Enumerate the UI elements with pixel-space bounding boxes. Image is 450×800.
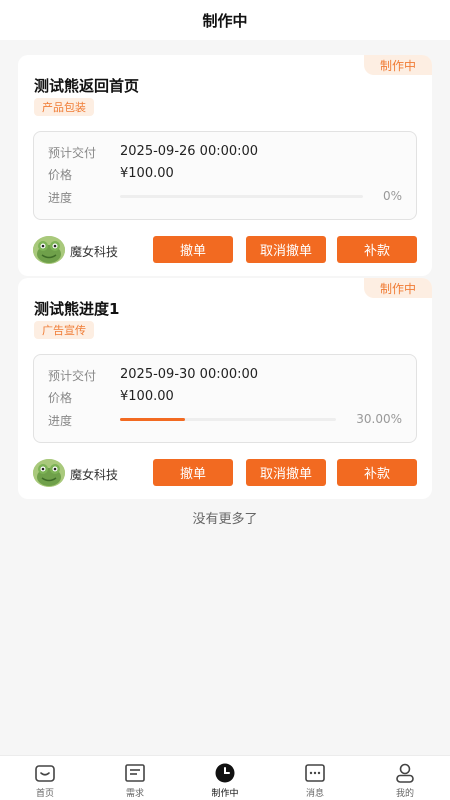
delivery-label: 预计交付 xyxy=(48,146,97,160)
cancel-withdraw-button[interactable]: 取消撤单 xyxy=(246,459,326,486)
company-name: 魔女科技 xyxy=(70,468,119,482)
tab-mine-label: 我的 xyxy=(395,789,414,799)
progress-text: 0% xyxy=(382,189,402,203)
no-more-text: 没有更多了 xyxy=(192,512,258,527)
avatar xyxy=(33,236,65,264)
progress-label: 进度 xyxy=(48,191,73,205)
tab-messages[interactable]: 消息 xyxy=(270,756,360,800)
chat-icon xyxy=(305,764,325,782)
cancel-withdraw-button[interactable]: 取消撤单 xyxy=(246,236,326,263)
tab-home[interactable]: 首页 xyxy=(0,756,90,800)
delivery-value: 2025-09-30 00:00:00 xyxy=(120,367,259,382)
progress-fill xyxy=(120,418,185,421)
company-name: 魔女科技 xyxy=(70,245,119,259)
home-icon xyxy=(35,765,55,782)
frog-avatar-icon xyxy=(33,236,65,264)
delivery-label: 预计交付 xyxy=(48,369,97,383)
tab-in-production[interactable]: 制作中 xyxy=(180,756,270,800)
order-info-box: 预计交付 2025-09-30 00:00:00 价格 ¥100.00 进度 3… xyxy=(33,354,417,443)
order-title: 测试熊进度1 xyxy=(34,300,120,318)
tab-home-label: 首页 xyxy=(35,789,54,799)
order-info-box: 预计交付 2025-09-26 00:00:00 价格 ¥100.00 进度 0… xyxy=(33,131,417,220)
supplement-payment-button[interactable]: 补款 xyxy=(337,459,417,486)
progress-bar xyxy=(120,195,363,198)
price-label: 价格 xyxy=(48,168,73,182)
price-value: ¥100.00 xyxy=(120,166,174,181)
progress-bar xyxy=(120,418,336,421)
price-label: 价格 xyxy=(48,391,73,405)
withdraw-button[interactable]: 撤单 xyxy=(153,459,233,486)
order-card[interactable]: 制作中 测试熊返回首页 产品包装 预计交付 2025-09-26 00:00:0… xyxy=(18,55,432,276)
document-icon xyxy=(125,764,145,782)
category-tag: 产品包装 xyxy=(34,98,94,116)
page-header: 制作中 xyxy=(0,0,450,40)
progress-label: 进度 xyxy=(48,414,73,428)
tab-demand-label: 需求 xyxy=(125,789,144,799)
order-card[interactable]: 制作中 测试熊进度1 广告宣传 预计交付 2025-09-30 00:00:00… xyxy=(18,278,432,499)
order-title: 测试熊返回首页 xyxy=(34,77,140,95)
status-badge: 制作中 xyxy=(364,278,432,298)
avatar xyxy=(33,459,65,487)
frog-avatar-icon xyxy=(33,459,65,487)
tab-mine[interactable]: 我的 xyxy=(360,756,450,800)
clock-icon xyxy=(215,763,235,783)
bottom-tab-bar: 首页 需求 制作中 消息 我的 xyxy=(0,755,450,800)
tab-demand[interactable]: 需求 xyxy=(90,756,180,800)
page-title: 制作中 xyxy=(202,11,248,30)
tab-messages-label: 消息 xyxy=(305,789,324,799)
progress-text: 30.00% xyxy=(356,412,402,426)
price-value: ¥100.00 xyxy=(120,389,174,404)
user-icon xyxy=(396,763,414,783)
withdraw-button[interactable]: 撤单 xyxy=(153,236,233,263)
category-tag: 广告宣传 xyxy=(34,321,94,339)
delivery-value: 2025-09-26 00:00:00 xyxy=(120,144,259,159)
tab-in-production-label: 制作中 xyxy=(211,789,239,799)
status-badge: 制作中 xyxy=(364,55,432,75)
supplement-payment-button[interactable]: 补款 xyxy=(337,236,417,263)
